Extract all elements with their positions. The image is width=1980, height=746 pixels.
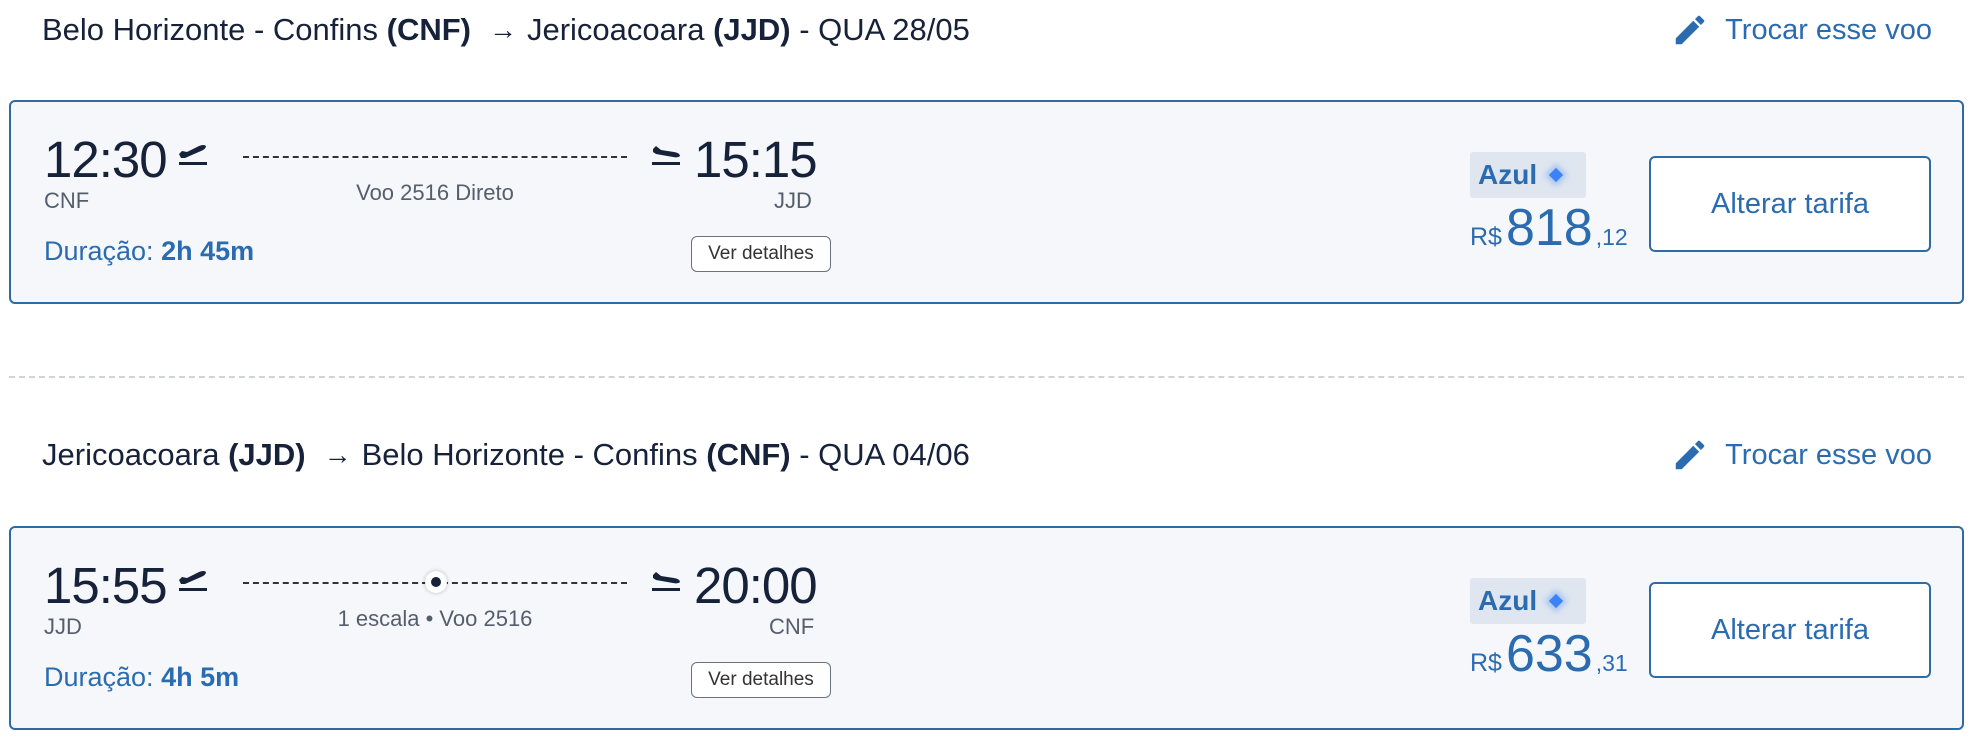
duration-label: Duração: xyxy=(44,236,154,266)
arrive-time: 15:15 xyxy=(694,131,818,188)
view-details-button[interactable]: Ver detalhes xyxy=(691,662,831,698)
return-dest-city: Belo Horizonte - Confins xyxy=(361,437,698,472)
return-origin-city: Jericoacoara xyxy=(42,437,220,472)
outbound-flight-card: 12:30 CNF Voo 2516 Direto 15:15 JJD Dura… xyxy=(9,100,1964,304)
airline-badge: Azul xyxy=(1470,578,1586,624)
change-fare-button[interactable]: Alterar tarifa xyxy=(1649,582,1931,678)
depart-airport-code: CNF xyxy=(44,188,90,213)
view-details-button[interactable]: Ver detalhes xyxy=(691,236,831,272)
price-cents: ,31 xyxy=(1595,650,1628,676)
arrive-airport-code: CNF xyxy=(769,614,815,639)
duration-value: 2h 45m xyxy=(161,236,255,266)
landing-icon xyxy=(652,572,680,591)
takeoff-icon xyxy=(179,145,207,165)
price-currency: R$ xyxy=(1470,223,1502,251)
pencil-icon xyxy=(1675,440,1705,470)
price-integer: 818 xyxy=(1505,199,1593,257)
duration: Duração: 4h 5m xyxy=(44,662,239,693)
depart-time: 12:30 xyxy=(44,131,168,188)
price-currency: R$ xyxy=(1470,649,1502,677)
arrow-right-icon: → xyxy=(323,439,352,470)
arrive-time: 20:00 xyxy=(694,557,818,614)
return-dest-code: (CNF) xyxy=(706,437,791,472)
price-cents: ,12 xyxy=(1595,224,1628,250)
airline-name: Azul xyxy=(1478,585,1538,616)
change-flight-label: Trocar esse voo xyxy=(1725,13,1932,46)
takeoff-icon xyxy=(179,571,207,591)
return-change-flight-link[interactable]: Trocar esse voo xyxy=(1671,425,1932,485)
outbound-origin-code: (CNF) xyxy=(386,12,471,47)
change-fare-button[interactable]: Alterar tarifa xyxy=(1649,156,1931,252)
landing-icon xyxy=(652,146,680,165)
price: R$633,31 xyxy=(1470,624,1628,684)
return-origin-code: (JJD) xyxy=(228,437,306,472)
outbound-change-flight-link[interactable]: Trocar esse voo xyxy=(1671,0,1932,60)
return-route-title: Jericoacoara (JJD) → Belo Horizonte - Co… xyxy=(42,425,970,485)
depart-airport-code: JJD xyxy=(44,614,82,639)
section-divider xyxy=(9,376,1964,378)
outbound-route-title: Belo Horizonte - Confins (CNF) → Jericoa… xyxy=(42,0,970,60)
return-flight-card: 15:55 JJD 1 escala • Voo 2516 20:00 CNF … xyxy=(9,526,1964,730)
duration: Duração: 2h 45m xyxy=(44,236,254,267)
stopover-dot xyxy=(425,571,447,593)
diamond-icon xyxy=(1549,593,1564,609)
flight-info: Voo 2516 Direto xyxy=(356,180,514,205)
pencil-icon xyxy=(1675,15,1705,45)
duration-label: Duração: xyxy=(44,662,154,692)
outbound-dest-code: (JJD) xyxy=(713,12,791,47)
arrive-airport-code: JJD xyxy=(774,188,812,213)
airline-name: Azul xyxy=(1478,159,1538,190)
outbound-date: - QUA 28/05 xyxy=(799,12,970,47)
change-flight-label: Trocar esse voo xyxy=(1725,438,1932,471)
duration-value: 4h 5m xyxy=(161,662,240,692)
depart-time: 15:55 xyxy=(44,557,168,614)
return-date: - QUA 04/06 xyxy=(799,437,970,472)
price-integer: 633 xyxy=(1505,625,1593,683)
outbound-origin-city: Belo Horizonte - Confins xyxy=(42,12,378,47)
airline-badge: Azul xyxy=(1470,152,1586,198)
flight-info: 1 escala • Voo 2516 xyxy=(337,606,533,631)
route-line xyxy=(243,156,627,158)
arrow-right-icon: → xyxy=(488,14,517,45)
outbound-dest-city: Jericoacoara xyxy=(526,12,705,47)
price: R$818,12 xyxy=(1470,198,1628,258)
diamond-icon xyxy=(1549,167,1564,183)
